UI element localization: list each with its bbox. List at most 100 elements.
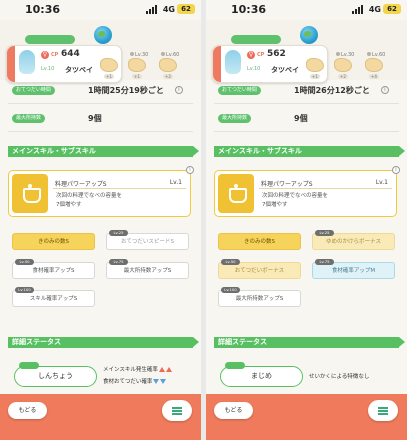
- subskill-label: 最大所持数アップS: [123, 268, 172, 274]
- arrow-down-icon: [160, 379, 167, 384]
- menu-button[interactable]: [162, 400, 192, 421]
- subskill-level-tag: Lv.75: [109, 259, 128, 265]
- ingredient-slot: Lv.60 +2: [159, 52, 179, 79]
- header-tag: [25, 35, 75, 44]
- main-skill-name: 料理パワーアップS: [261, 181, 313, 188]
- subskill-button[interactable]: Lv.50 おてつだいボーナス: [218, 259, 301, 279]
- signal-icon: [146, 5, 159, 14]
- skill-divider: [259, 188, 392, 189]
- bottom-bar: もどる: [206, 394, 407, 440]
- subskill-button[interactable]: Lv.100 最大所持数アップS: [218, 287, 301, 307]
- bottom-bar: もどる: [0, 394, 201, 440]
- ingredient-count: +2: [163, 74, 173, 79]
- section-header-details: 詳細ステータス: [8, 337, 199, 348]
- subskill-button[interactable]: きのみの数S: [218, 233, 301, 250]
- nature-badge[interactable]: まじめ: [220, 362, 303, 387]
- main-skill-level: Lv.1: [375, 179, 388, 186]
- row-divider: [214, 103, 399, 104]
- subskill-button[interactable]: Lv.50 食材確率アップS: [12, 259, 95, 279]
- ingredient-count: +4: [369, 74, 379, 79]
- cp-label: CP: [51, 52, 59, 58]
- ingredient-count: +1: [132, 74, 142, 79]
- stat-label: 最大所持数: [218, 114, 252, 123]
- status-time: 10:36: [231, 3, 267, 16]
- nature-effect-text: せいかくによる特徴なし: [309, 374, 370, 380]
- main-skill-level: Lv.1: [169, 179, 182, 186]
- stat-label: おてつだい時間: [218, 86, 261, 95]
- pot-icon: [12, 174, 48, 213]
- subskill-label: ゆめのかけらボーナス: [325, 239, 381, 245]
- subskill-level-tag: Lv.50: [221, 259, 240, 265]
- info-icon[interactable]: i: [186, 166, 194, 174]
- subskill-button[interactable]: Lv.25 おてつだいスピードS: [106, 230, 189, 250]
- subskill-level-tag: Lv.25: [109, 230, 128, 236]
- ingredient-slot: Lv.60 +4: [365, 52, 385, 79]
- back-button[interactable]: もどる: [214, 402, 253, 419]
- nature-effect: メインスキル発生確率: [103, 365, 172, 373]
- cp-value: 644: [61, 49, 80, 59]
- menu-icon: [172, 413, 182, 415]
- globe-icon: [300, 26, 318, 44]
- gender-icon: ♀: [41, 51, 49, 59]
- ingredient-slot-1: +1: [100, 58, 120, 79]
- pokemon-header: ♀ CP 644 Lv.10 タツベイ +1 Lv.30 +1 Lv.60 +2: [0, 20, 201, 83]
- subskill-label: おてつだいボーナス: [234, 268, 285, 274]
- battery-icon: 62: [177, 4, 195, 14]
- pokemon-header: ♀ CP 562 Lv.10 タツベイ +1 Lv.30 +2 Lv.60 +4: [206, 20, 407, 83]
- subskill-button[interactable]: Lv.25 ゆめのかけらボーナス: [312, 230, 395, 250]
- menu-icon: [378, 413, 388, 415]
- menu-icon: [378, 410, 388, 412]
- globe-icon: [94, 26, 112, 44]
- subskill-button[interactable]: Lv.75 食材確率アップM: [312, 259, 395, 279]
- stat-value: 9個: [88, 114, 102, 123]
- subskill-label: スキル確率アップS: [29, 296, 78, 302]
- ingredient-icon: [100, 58, 118, 72]
- nature-effect: せいかくによる特徴なし: [309, 372, 369, 380]
- main-skill-description: 次回の料理でなべの容量を 7個増やす: [262, 193, 329, 208]
- stat-value: 9個: [294, 114, 308, 123]
- subskill-label: 食材確率アップM: [331, 268, 376, 274]
- ingredient-slot: Lv.30 +1: [128, 52, 148, 79]
- ingredient-count: +1: [310, 74, 320, 79]
- status-bar: 10:36 4G 62: [206, 0, 407, 20]
- ingredient-slot-1: +1: [306, 58, 326, 79]
- stat-label: おてつだい時間: [12, 86, 55, 95]
- menu-button[interactable]: [368, 400, 398, 421]
- subskill-button[interactable]: きのみの数S: [12, 233, 95, 250]
- pokemon-level: Lv.10: [41, 66, 55, 72]
- ingredient-icon: [306, 58, 324, 72]
- subskill-label: 食材確率アップS: [32, 268, 75, 274]
- stat-value: 1時間25分19秒ごと: [88, 86, 164, 95]
- info-icon[interactable]: i: [175, 86, 183, 94]
- main-skill-description: 次回の料理でなべの容量を 7個増やす: [56, 193, 123, 208]
- ingredient-icon: [334, 58, 352, 72]
- pokemon-name: タツベイ: [65, 66, 93, 74]
- subskill-label: おてつだいスピードS: [121, 239, 174, 245]
- row-divider: [8, 131, 193, 132]
- header-tag: [231, 35, 281, 44]
- cp-value: 562: [267, 49, 286, 59]
- back-button[interactable]: もどる: [8, 402, 47, 419]
- main-skill-card[interactable]: 料理パワーアップS Lv.1 次回の料理でなべの容量を 7個増やす: [214, 170, 397, 217]
- arrow-up-icon: [165, 367, 172, 372]
- section-header-skills: メインスキル・サブスキル: [8, 146, 199, 157]
- subskill-level-tag: Lv.100: [221, 287, 240, 293]
- pokemon-icon: [19, 50, 35, 74]
- nature-badge[interactable]: しんちょう: [14, 362, 97, 387]
- subskill-button[interactable]: Lv.100 スキル確率アップS: [12, 287, 95, 307]
- row-divider: [8, 103, 193, 104]
- network-label: 4G: [162, 5, 175, 14]
- section-header-details: 詳細ステータス: [214, 337, 405, 348]
- ingredient-count: +1: [104, 74, 114, 79]
- main-skill-card[interactable]: 料理パワーアップS Lv.1 次回の料理でなべの容量を 7個増やす: [8, 170, 191, 217]
- info-icon[interactable]: i: [392, 166, 400, 174]
- ingredient-icon: [365, 58, 383, 72]
- menu-icon: [378, 407, 388, 409]
- stat-value: 1時間26分12秒ごと: [294, 86, 370, 95]
- screenshot: 10:36 4G 62 ♀ CP 644 Lv.10 タツベイ +1 Lv.30 +1 Lv.60 +2…: [0, 0, 411, 440]
- info-icon[interactable]: i: [381, 86, 389, 94]
- section-header-skills: メインスキル・サブスキル: [214, 146, 405, 157]
- subskill-button[interactable]: Lv.75 最大所持数アップS: [106, 259, 189, 279]
- phone-screen: 10:36 4G 62 ♀ CP 644 Lv.10 タツベイ +1 Lv.30 +1 Lv.60 +2…: [0, 0, 201, 440]
- row-divider: [214, 131, 399, 132]
